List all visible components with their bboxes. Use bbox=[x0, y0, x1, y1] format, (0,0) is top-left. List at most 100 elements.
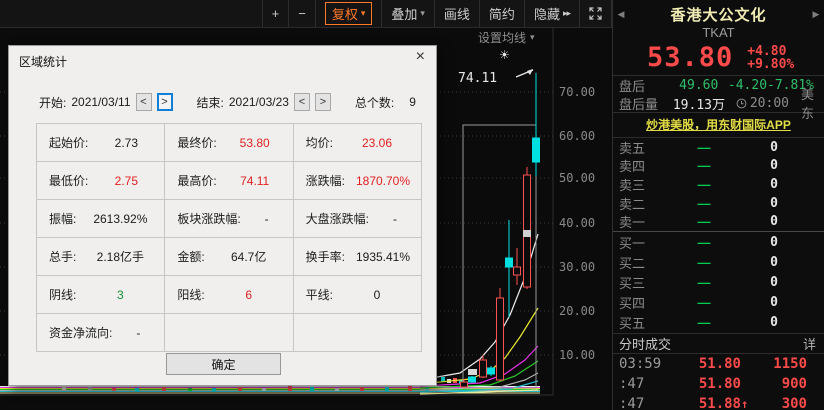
start-date: 2021/03/11 bbox=[71, 95, 131, 109]
stat-value: 74.11 bbox=[240, 173, 270, 188]
candle bbox=[460, 381, 468, 388]
start-label: 开始: bbox=[39, 95, 67, 110]
end-prev-button[interactable]: < bbox=[293, 93, 310, 111]
simple-mode-button[interactable]: 简约 bbox=[478, 0, 524, 27]
candle bbox=[468, 376, 476, 383]
caret-down-icon: ▾ bbox=[420, 8, 425, 18]
stat-label: 最低价: bbox=[49, 174, 89, 188]
level-volume: 0 bbox=[770, 158, 778, 174]
stat-cell bbox=[164, 313, 294, 352]
tick-volume: 300 bbox=[781, 395, 807, 410]
prev-stock-icon[interactable]: ◀ bbox=[613, 9, 629, 20]
after-hours-volume: 19.13万 bbox=[672, 97, 725, 113]
level-label: 卖一 bbox=[619, 215, 646, 231]
level-volume: 0 bbox=[770, 195, 778, 211]
stat-cell: 总手: 2.18亿手 bbox=[35, 237, 166, 276]
adjust-price-dropdown[interactable]: 复权 ▾ bbox=[314, 0, 382, 27]
level-volume: 0 bbox=[770, 295, 778, 311]
overlay-dropdown[interactable]: 叠加 ▾ bbox=[381, 0, 434, 27]
order-level-row[interactable]: 卖五 — 0 bbox=[613, 138, 824, 157]
tick-time: :47 bbox=[619, 395, 645, 410]
stat-label: 振幅: bbox=[49, 212, 77, 226]
empty-price-dash: — bbox=[697, 234, 711, 250]
level-volume: 0 bbox=[770, 214, 778, 230]
order-level-row[interactable]: 卖四 — 0 bbox=[613, 157, 824, 176]
ticks-title: 分时成交 bbox=[619, 336, 672, 352]
tick-row: :47 51.80 900 bbox=[613, 374, 824, 394]
order-level-row[interactable]: 买四 — 0 bbox=[613, 293, 824, 313]
level-label: 买五 bbox=[619, 316, 646, 332]
draw-line-button[interactable]: 画线 bbox=[433, 0, 479, 27]
order-level-row[interactable]: 买五 — 0 bbox=[613, 313, 824, 333]
bid-levels: 买一 — 0 买二 — 0 买三 — 0 买四 — 0 买五 — 0 bbox=[613, 232, 824, 333]
stat-cell: 起始价: 2.73 bbox=[35, 123, 166, 162]
candle bbox=[532, 137, 540, 163]
quote-time: 20:00 bbox=[749, 95, 789, 111]
stat-label: 阳线: bbox=[177, 288, 205, 302]
count-value: 9 bbox=[409, 95, 416, 109]
chart-toolbar: + − 复权 ▾ 叠加 ▾ 画线 简约 隐藏 ▸▸ bbox=[0, 0, 612, 28]
y-axis-tick: 60.00 bbox=[559, 129, 595, 143]
fullscreen-button[interactable] bbox=[579, 0, 612, 27]
stat-cell: 板块涨跌幅: - bbox=[164, 199, 294, 238]
confirm-button[interactable]: 确定 bbox=[166, 353, 281, 375]
order-level-row[interactable]: 买三 — 0 bbox=[613, 272, 824, 292]
zoom-in-button[interactable]: + bbox=[261, 0, 289, 27]
level-label: 买三 bbox=[619, 275, 646, 291]
next-stock-icon[interactable]: ▶ bbox=[808, 9, 824, 20]
start-next-button[interactable]: > bbox=[156, 93, 173, 111]
order-level-row[interactable]: 卖三 — 0 bbox=[613, 175, 824, 194]
level-volume: 0 bbox=[770, 234, 778, 250]
empty-price-dash: — bbox=[697, 315, 711, 331]
date-range-row: 开始: 2021/03/11 < > 结束: 2021/03/23 < > 总个… bbox=[39, 93, 416, 111]
tick-row: :47 51.88 ↑ 300 bbox=[613, 394, 824, 410]
order-level-row[interactable]: 卖二 — 0 bbox=[613, 194, 824, 213]
last-price: 53.80 bbox=[647, 42, 734, 73]
after-hours-volume-label: 盘后量 bbox=[619, 96, 659, 112]
y-axis-tick: 30.00 bbox=[559, 260, 595, 274]
tick-price: 51.80 bbox=[698, 375, 741, 392]
level-volume: 0 bbox=[770, 254, 778, 270]
stat-value: - bbox=[264, 211, 269, 226]
order-level-row[interactable]: 买一 — 0 bbox=[613, 232, 824, 252]
stock-name: 香港大公文化 bbox=[670, 7, 767, 24]
stat-value: 23.06 bbox=[361, 135, 393, 150]
order-level-row[interactable]: 卖一 — 0 bbox=[613, 212, 824, 231]
caret-down-icon: ▾ bbox=[530, 32, 535, 42]
empty-price-dash: — bbox=[697, 214, 711, 230]
close-icon[interactable]: × bbox=[416, 49, 425, 65]
timezone-label: 美东 bbox=[800, 87, 814, 121]
caret-down-icon: ▾ bbox=[360, 8, 366, 18]
stat-cell: 平线: 0 bbox=[292, 275, 423, 314]
dialog-title: 区域统计 bbox=[19, 55, 68, 69]
order-level-row[interactable]: 买二 — 0 bbox=[613, 252, 824, 272]
stat-value: 53.80 bbox=[239, 135, 270, 150]
hide-button[interactable]: 隐藏 ▸▸ bbox=[523, 0, 579, 27]
start-prev-button[interactable]: < bbox=[135, 93, 152, 111]
region-stats-dialog: 区域统计 × 开始: 2021/03/11 < > 结束: 2021/03/23… bbox=[8, 45, 437, 386]
tick-list: 03:59 51.80 1150:47 51.80 900:47 51.88 ↑ 300 bbox=[613, 354, 824, 410]
set-ma-dropdown[interactable]: 设置均线 ▾ bbox=[478, 29, 535, 46]
empty-price-dash: — bbox=[697, 176, 711, 192]
end-next-button[interactable]: > bbox=[314, 93, 331, 111]
after-hours-change: -4.20 bbox=[727, 77, 768, 93]
stat-label: 资金净流向: bbox=[49, 326, 113, 340]
detail-link[interactable]: 详 bbox=[803, 334, 816, 353]
zoom-out-button[interactable]: − bbox=[288, 0, 315, 27]
empty-price-dash: — bbox=[697, 254, 711, 270]
tick-row: 03:59 51.80 1150 bbox=[613, 354, 824, 374]
stat-cell: 换手率: 1935.41% bbox=[292, 237, 423, 276]
stat-cell: 均价: 23.06 bbox=[292, 123, 423, 162]
stat-label: 大盘涨跌幅: bbox=[305, 212, 369, 226]
tick-price: 51.88 bbox=[698, 395, 741, 410]
stat-value: 1935.41% bbox=[355, 249, 411, 264]
candle bbox=[496, 297, 504, 381]
high-price-label: 74.11 bbox=[458, 71, 497, 86]
stat-label: 最高价: bbox=[177, 174, 217, 188]
stat-cell: 最低价: 2.75 bbox=[35, 161, 166, 200]
stat-label: 金额: bbox=[177, 250, 205, 264]
stats-table: 起始价: 2.73 最终价: 53.80 均价: 23.06 最低价: 2.75 最高价: 74.… bbox=[35, 123, 423, 352]
ticks-header: 分时成交 详 bbox=[613, 334, 824, 353]
overlay-label: 叠加 bbox=[391, 7, 418, 22]
stat-value: - bbox=[393, 211, 397, 226]
